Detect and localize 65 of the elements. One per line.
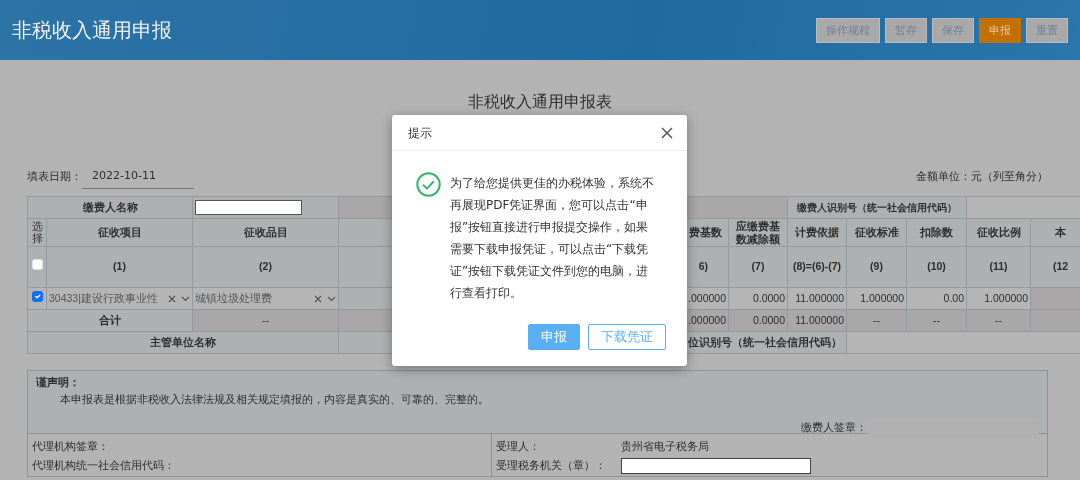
table-header: 征收标准 — [854, 226, 899, 239]
column-number: 6) — [698, 260, 708, 273]
table-header: 选择 — [31, 219, 43, 244]
table-cell: 合计 — [99, 313, 121, 326]
table-cell: .000000 — [688, 313, 726, 326]
table-header: 位识别号（统一社会信用代码） — [688, 335, 842, 348]
dialog-message: 为了给您提供更佳的办税体验，系统不再展现PDF凭证界面，您可以点击“申报”按钮直接进行申报提交操作，如果需要下载申报凭证，可以点击“下载凭证”按钮下载凭证文件到您的电脑，进行查看打印。 — [450, 175, 655, 302]
declaration-text: 本申报表是根据非税收入法律法规及相关规定填报的，内容是真实的、可靠的、完整的。 — [60, 392, 489, 406]
agent-code-label: 代理机构统一社会信用代码： — [32, 458, 176, 474]
table-cell: 0.0000 — [752, 313, 785, 326]
table-header: 征收比例 — [976, 226, 1021, 239]
checkbox[interactable] — [31, 290, 43, 302]
table-cell: 0.00 — [943, 291, 964, 304]
table-header: 应缴费基数减除额 — [736, 220, 780, 245]
close-icon — [661, 126, 673, 139]
check-circle-icon — [416, 172, 441, 197]
table-header: 扣除数 — [920, 226, 953, 239]
table-cell: -- — [933, 313, 940, 326]
amount-unit-note: 金额单位：元（列至角分） — [916, 169, 1048, 186]
receiver-value: 贵州省电子税务局 — [621, 439, 709, 455]
chevron-down-icon[interactable] — [181, 295, 190, 302]
table-header: 本 — [1055, 226, 1066, 239]
column-number: (12 — [1052, 260, 1069, 273]
table-header: 费基数 — [689, 226, 722, 239]
dialog-button[interactable]: 申报 — [528, 324, 580, 350]
column-number: (7) — [751, 260, 765, 273]
clear-icon[interactable] — [167, 294, 176, 303]
table-cell: 1.000000 — [860, 291, 904, 304]
fill-date-field[interactable]: 2022-10-11 — [82, 165, 194, 190]
column-number: (1) — [113, 260, 126, 273]
dialog-title: 提示 — [408, 124, 432, 142]
fill-date-label: 填表日期： — [27, 169, 82, 186]
table-header: 计费依据 — [795, 226, 839, 239]
toolbar-button[interactable]: 申报 — [979, 17, 1021, 43]
agent-seal-label: 代理机构签章： — [32, 439, 110, 455]
signature-label: 缴费人签章： — [801, 421, 867, 434]
tax-office-field[interactable] — [621, 457, 811, 474]
column-number: (11) — [989, 260, 1008, 273]
column-number: (2) — [259, 260, 272, 273]
column-number: (9) — [870, 260, 883, 273]
chevron-down-icon[interactable] — [327, 295, 336, 302]
page-title: 非税收入通用申报 — [12, 17, 172, 44]
declaration-title: 谨声明： — [36, 375, 80, 391]
table-header: 缴费人名称 — [82, 200, 138, 213]
payer-name-field[interactable] — [195, 200, 302, 216]
table-header: 征收项目 — [97, 225, 142, 238]
table-header: 征收品目 — [243, 225, 288, 238]
table-cell: -- — [262, 313, 269, 326]
table-header: 主管单位名称 — [150, 335, 216, 348]
close-button[interactable] — [661, 126, 673, 139]
table-header: 缴费人识别号（统一社会信用代码） — [797, 202, 957, 213]
table-cell: -- — [995, 313, 1002, 326]
receiver-label: 受理人： — [496, 439, 541, 455]
table-cell: 0.0000 — [752, 291, 785, 304]
table-cell: .000000 — [688, 291, 726, 304]
table-cell: 1.000000 — [984, 291, 1028, 304]
tax-office-label: 受理税务机关（章）： — [496, 458, 607, 474]
table-cell: 11.000000 — [795, 313, 844, 326]
column-number: (8)=(6)-(7) — [792, 260, 842, 273]
column-number: (10) — [927, 260, 946, 273]
dialog-button[interactable]: 下载凭证 — [588, 324, 666, 350]
clear-icon[interactable] — [313, 294, 322, 303]
table-cell: 11.000000 — [795, 291, 844, 304]
form-title: 非税收入通用申报表 — [468, 92, 612, 111]
table-cell: -- — [873, 313, 880, 326]
